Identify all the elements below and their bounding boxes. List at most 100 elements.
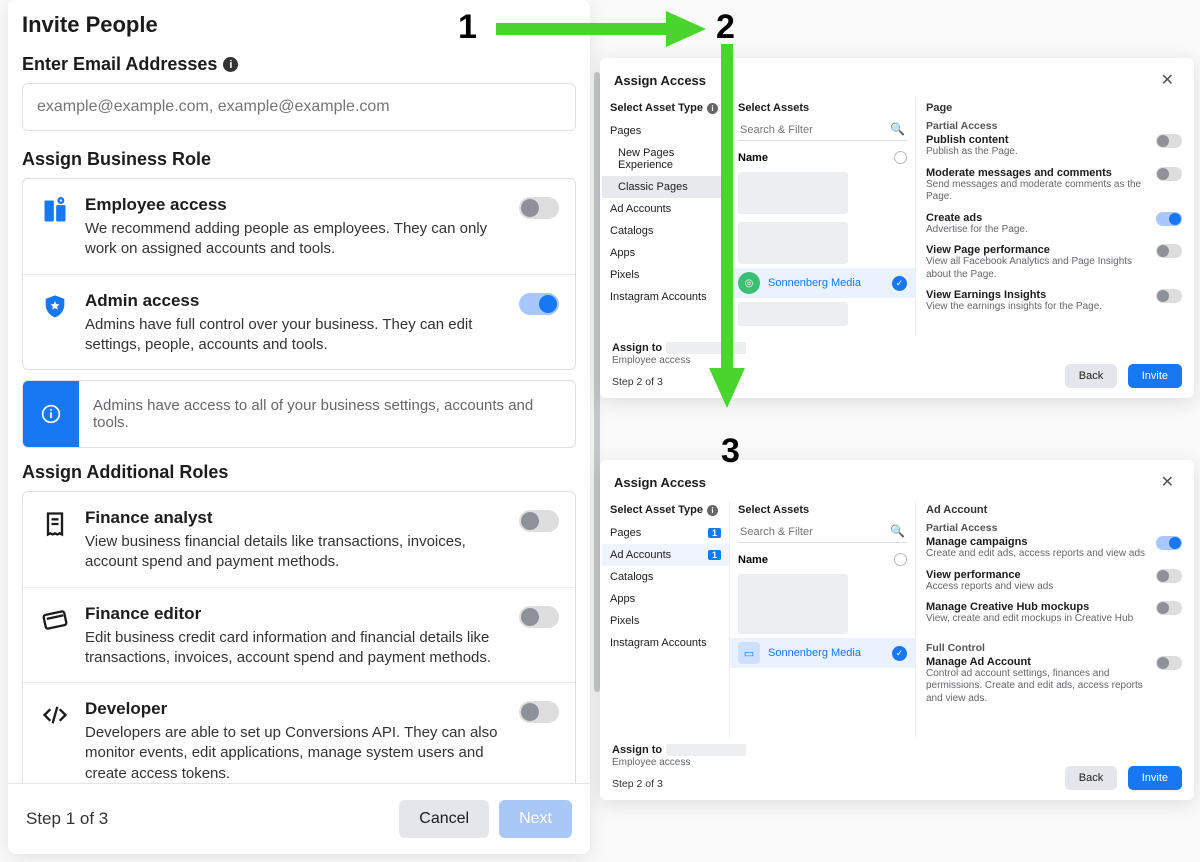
receipt-icon bbox=[39, 508, 71, 540]
additional-roles-heading: Assign Additional Roles bbox=[22, 462, 576, 483]
checked-icon: ✓ bbox=[892, 276, 907, 291]
close-icon[interactable]: ✕ bbox=[1155, 68, 1180, 92]
search-icon[interactable]: 🔍 bbox=[890, 524, 905, 538]
additional-roles-card: Finance analyst View business financial … bbox=[22, 491, 576, 783]
invite-button[interactable]: Invite bbox=[1128, 766, 1182, 790]
count-badge: 1 bbox=[708, 528, 721, 538]
finance-analyst-row[interactable]: Finance analyst View business financial … bbox=[23, 492, 575, 588]
assign-summary: Assign to Employee access Step 2 of 3 bbox=[612, 744, 746, 790]
info-icon[interactable]: i bbox=[707, 505, 718, 516]
back-button[interactable]: Back bbox=[1065, 766, 1117, 790]
info-banner-text: Admins have access to all of your busine… bbox=[79, 381, 575, 447]
asset-row-selected[interactable]: ▭ Sonnenberg Media ✓ bbox=[730, 638, 915, 668]
email-heading: Enter Email Addresses i bbox=[22, 54, 576, 75]
perm-toggle[interactable] bbox=[1156, 289, 1182, 303]
annotation-number-3: 3 bbox=[721, 432, 740, 471]
perm-publish-content: Publish content Publish as the Page. bbox=[916, 132, 1192, 165]
assets-column: Select Assets 🔍 Name ▭ Sonnenberg Media … bbox=[730, 500, 916, 738]
tree-classic-pages[interactable]: Classic Pages bbox=[602, 176, 729, 198]
perm-toggle[interactable] bbox=[1156, 134, 1182, 148]
perm-earnings: View Earnings Insights View the earnings… bbox=[916, 287, 1192, 320]
tree-catalogs[interactable]: Catalogs bbox=[602, 220, 729, 242]
back-button[interactable]: Back bbox=[1065, 364, 1117, 388]
asset-row[interactable] bbox=[730, 218, 915, 268]
tree-ad-accounts[interactable]: Ad Accounts bbox=[602, 198, 729, 220]
ad-account-icon: ▭ bbox=[738, 642, 760, 664]
perm-toggle[interactable] bbox=[1156, 569, 1182, 583]
admin-shield-icon bbox=[39, 291, 71, 323]
perm-toggle[interactable] bbox=[1156, 244, 1182, 258]
perm-manage-campaigns: Manage campaigns Create and edit ads, ac… bbox=[916, 534, 1192, 567]
select-assets-heading: Select Assets bbox=[730, 98, 915, 120]
tree-ad-accounts[interactable]: Ad Accounts1 bbox=[602, 544, 729, 566]
info-icon[interactable]: i bbox=[223, 57, 238, 72]
invite-people-dialog: Invite People Enter Email Addresses i As… bbox=[8, 0, 590, 854]
tree-pages[interactable]: Pages bbox=[602, 120, 729, 142]
tree-new-pages[interactable]: New Pages Experience bbox=[602, 142, 729, 176]
perm-toggle[interactable] bbox=[1156, 212, 1182, 226]
assign-access-adaccount-dialog: Assign Access ✕ Select Asset Typei Pages… bbox=[600, 460, 1194, 800]
tree-pages[interactable]: Pages1 bbox=[602, 522, 729, 544]
admin-info-banner: Admins have access to all of your busine… bbox=[22, 380, 576, 448]
perm-toggle[interactable] bbox=[1156, 167, 1182, 181]
employee-access-toggle[interactable] bbox=[519, 197, 559, 219]
employee-access-row[interactable]: Employee access We recommend adding peop… bbox=[23, 179, 575, 275]
perm-toggle[interactable] bbox=[1156, 601, 1182, 615]
admin-access-toggle[interactable] bbox=[519, 293, 559, 315]
asset-search-input[interactable] bbox=[738, 522, 907, 543]
employee-access-desc: We recommend adding people as employees.… bbox=[85, 219, 519, 260]
asset-search-input[interactable] bbox=[738, 120, 907, 141]
finance-analyst-desc: View business financial details like tra… bbox=[85, 532, 519, 573]
asset-row[interactable] bbox=[730, 168, 915, 218]
dialog-title: Assign Access bbox=[614, 73, 706, 88]
admin-access-row[interactable]: Admin access Admins have full control ov… bbox=[23, 275, 575, 370]
perm-toggle[interactable] bbox=[1156, 656, 1182, 670]
asset-row-selected[interactable]: ◎ Sonnenberg Media ✓ bbox=[730, 268, 915, 298]
select-assets-heading: Select Assets bbox=[730, 500, 915, 522]
partial-access-label: Partial Access bbox=[916, 518, 1192, 534]
finance-editor-toggle[interactable] bbox=[519, 606, 559, 628]
email-input[interactable] bbox=[22, 83, 576, 131]
invite-button[interactable]: Invite bbox=[1128, 364, 1182, 388]
asset-type-column: Select Asset Typei Pages1 Ad Accounts1 C… bbox=[602, 500, 730, 738]
tree-pixels[interactable]: Pixels bbox=[602, 264, 729, 286]
asset-type-column: Select Asset Typei Pages New Pages Exper… bbox=[602, 98, 730, 336]
dialog-footer: Step 1 of 3 Cancel Next bbox=[8, 783, 590, 854]
tree-pixels[interactable]: Pixels bbox=[602, 610, 729, 632]
admin-access-desc: Admins have full control over your busin… bbox=[85, 315, 519, 356]
perm-view-performance: View Page performance View all Facebook … bbox=[916, 242, 1192, 287]
perm-toggle[interactable] bbox=[1156, 536, 1182, 550]
developer-row[interactable]: Developer Developers are able to set up … bbox=[23, 683, 575, 783]
dialog-body: Enter Email Addresses i Assign Business … bbox=[8, 48, 590, 783]
tree-instagram[interactable]: Instagram Accounts bbox=[602, 286, 729, 308]
finance-editor-row[interactable]: Finance editor Edit business credit card… bbox=[23, 588, 575, 684]
developer-title: Developer bbox=[85, 699, 519, 719]
tree-instagram[interactable]: Instagram Accounts bbox=[602, 632, 729, 654]
select-all-radio[interactable] bbox=[894, 151, 907, 164]
finance-analyst-toggle[interactable] bbox=[519, 510, 559, 532]
cancel-button[interactable]: Cancel bbox=[399, 800, 489, 838]
annotation-arrow-2-to-3 bbox=[716, 44, 738, 408]
search-icon[interactable]: 🔍 bbox=[890, 122, 905, 136]
select-all-radio[interactable] bbox=[894, 553, 907, 566]
full-control-label: Full Control bbox=[916, 638, 1192, 654]
close-icon[interactable]: ✕ bbox=[1155, 470, 1180, 494]
developer-toggle[interactable] bbox=[519, 701, 559, 723]
tree-catalogs[interactable]: Catalogs bbox=[602, 566, 729, 588]
admin-access-title: Admin access bbox=[85, 291, 519, 311]
step-indicator: Step 1 of 3 bbox=[26, 809, 399, 829]
business-role-heading: Assign Business Role bbox=[22, 149, 576, 170]
tree-apps[interactable]: Apps bbox=[602, 242, 729, 264]
asset-row[interactable] bbox=[730, 298, 915, 330]
perm-heading: Ad Account bbox=[916, 500, 1192, 518]
finance-editor-title: Finance editor bbox=[85, 604, 519, 624]
perm-create-ads: Create ads Advertise for the Page. bbox=[916, 210, 1192, 243]
business-role-card: Employee access We recommend adding peop… bbox=[22, 178, 576, 370]
asset-row[interactable] bbox=[730, 570, 915, 638]
annotation-number-1: 1 bbox=[458, 8, 477, 47]
annotation-arrow-1-to-2 bbox=[496, 18, 706, 40]
assets-column: Select Assets 🔍 Name ◎ Sonnenberg Media … bbox=[730, 98, 916, 336]
next-button[interactable]: Next bbox=[499, 800, 572, 838]
tree-apps[interactable]: Apps bbox=[602, 588, 729, 610]
employee-icon bbox=[39, 195, 71, 227]
